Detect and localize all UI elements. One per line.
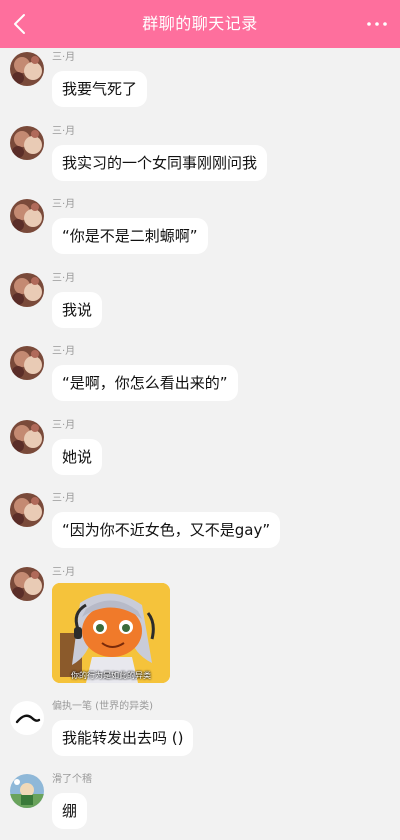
sender-name: 三·月: [52, 126, 76, 137]
avatar[interactable]: [10, 420, 44, 454]
message-bubble[interactable]: 我实习的一个女同事刚刚问我: [52, 145, 268, 181]
avatar[interactable]: [10, 774, 44, 808]
avatar[interactable]: [10, 199, 44, 233]
sender-name: 三·月: [52, 199, 76, 210]
avatar[interactable]: [10, 346, 44, 380]
message-bubble[interactable]: 我能转发出去吗 (): [52, 720, 194, 756]
sender-name: 滑了个稽: [52, 774, 92, 785]
message-bubble[interactable]: 我要气死了: [52, 71, 148, 107]
message-bubble[interactable]: “因为你不近女色，又不是gay”: [52, 512, 281, 548]
sender-name: 偏执一笔 (世界的异类): [52, 701, 153, 712]
more-dots-icon[interactable]: [366, 14, 388, 34]
sender-name: 三·月: [52, 346, 76, 357]
sender-name: 三·月: [52, 273, 76, 284]
sender-name: 三·月: [52, 420, 76, 431]
message-bubble[interactable]: “是啊，你怎么看出来的”: [52, 365, 238, 401]
avatar[interactable]: [10, 567, 44, 601]
message-bubble[interactable]: 我说: [52, 292, 103, 328]
sender-name: 三·月: [52, 493, 76, 504]
sticker-image[interactable]: 你的行为是如此的异类: [52, 583, 170, 683]
top-bar: 群聊的聊天记录: [0, 0, 400, 48]
message-bubble[interactable]: 她说: [52, 439, 103, 475]
avatar[interactable]: [10, 52, 44, 86]
message-bubble[interactable]: 绷: [52, 793, 88, 829]
sender-name: 三·月: [52, 52, 76, 63]
sticker-caption: 你的行为是如此的异类: [71, 671, 151, 680]
avatar[interactable]: [10, 701, 44, 735]
avatar[interactable]: [10, 493, 44, 527]
chat-history[interactable]: 三·月 我要气死了 三·月 我实习的一个女同事刚刚问我 三·月 “你是不是二刺螈…: [0, 48, 400, 840]
sender-name: 三·月: [52, 567, 76, 578]
avatar[interactable]: [10, 126, 44, 160]
avatar[interactable]: [10, 273, 44, 307]
message-bubble[interactable]: “你是不是二刺螈啊”: [52, 218, 208, 254]
page-title: 群聊的聊天记录: [142, 14, 258, 33]
